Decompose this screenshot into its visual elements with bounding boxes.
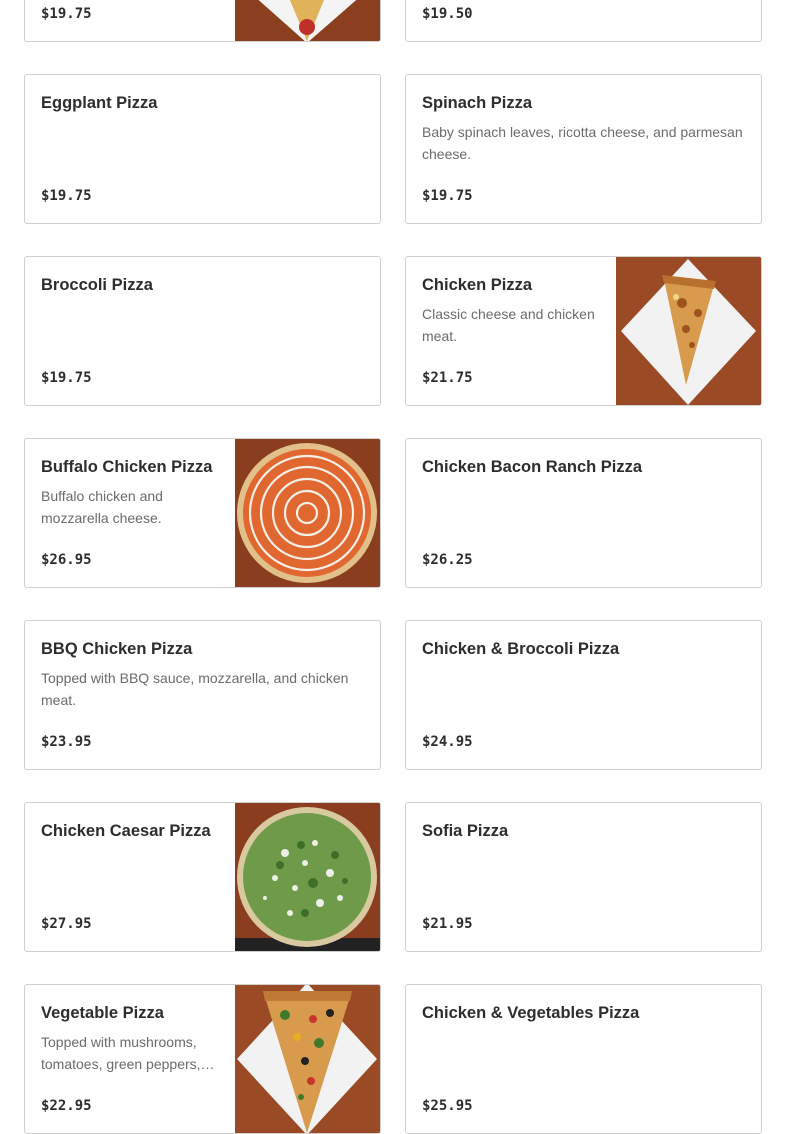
menu-item-name: Chicken Pizza — [422, 276, 533, 294]
menu-item-description: Baby spinach leaves, ricotta cheese, and… — [422, 124, 743, 162]
menu-item-description: Buffalo chicken and mozzarella cheese. — [41, 488, 163, 526]
menu-item-card[interactable]: Eggplant Pizza $19.75 — [24, 74, 381, 224]
menu-item-name: Chicken Bacon Ranch Pizza — [422, 458, 643, 476]
menu-item-name: Eggplant Pizza — [41, 94, 158, 112]
vegetable-slice-photo — [235, 985, 380, 1133]
caesar-pie-photo — [235, 803, 380, 951]
menu-item-card[interactable]: BBQ Chicken Pizza Topped with BBQ sauce,… — [24, 620, 381, 770]
menu-item-price: $19.50 — [422, 6, 473, 22]
menu-item-description: Topped with BBQ sauce, mozzarella, and c… — [41, 670, 349, 708]
menu-item-name: Sofia Pizza — [422, 822, 509, 840]
menu-item-price: $21.75 — [422, 370, 473, 386]
menu-item-price: $21.95 — [422, 916, 473, 932]
chicken-slice-photo — [616, 257, 761, 405]
menu-item-name: Broccoli Pizza — [41, 276, 153, 294]
menu-item-card[interactable]: Chicken & Broccoli Pizza $24.95 — [405, 620, 762, 770]
menu-item-card[interactable]: Chicken Bacon Ranch Pizza $26.25 — [405, 438, 762, 588]
menu-item-card[interactable]: Buffalo Chicken Pizza Buffalo chicken an… — [24, 438, 381, 588]
menu-item-grid: $19.75 $19.50 Eggplant Pizza $19.75 Spin… — [0, 0, 785, 1134]
menu-item-name: Chicken Caesar Pizza — [41, 822, 211, 840]
menu-item-name: Chicken & Broccoli Pizza — [422, 640, 620, 658]
menu-item-price: $26.25 — [422, 552, 473, 568]
menu-item-card[interactable]: Sofia Pizza $21.95 — [405, 802, 762, 952]
menu-item-description: Topped with mushrooms, tomatoes, green p… — [41, 1034, 201, 1072]
menu-item-name: Chicken & Vegetables Pizza — [422, 1004, 640, 1022]
menu-item-card[interactable]: Chicken Caesar Pizza $27.95 — [24, 802, 381, 952]
menu-item-description: Classic cheese and chicken meat. — [422, 306, 595, 344]
menu-item-price: $19.75 — [41, 6, 92, 22]
menu-item-price: $23.95 — [41, 734, 92, 750]
menu-item-card[interactable]: Spinach Pizza Baby spinach leaves, ricot… — [405, 74, 762, 224]
menu-item-card[interactable]: Chicken Pizza Classic cheese and chicken… — [405, 256, 762, 406]
menu-item-name: Buffalo Chicken Pizza — [41, 458, 213, 476]
menu-item-card[interactable]: $19.50 — [405, 0, 762, 42]
pepperoni-slice-photo — [235, 0, 380, 41]
menu-item-name: BBQ Chicken Pizza — [41, 640, 193, 658]
menu-item-name: Spinach Pizza — [422, 94, 533, 112]
menu-item-price: $27.95 — [41, 916, 92, 932]
menu-item-card[interactable]: $19.75 — [24, 0, 381, 42]
menu-item-name: Vegetable Pizza — [41, 1004, 164, 1022]
buffalo-pie-photo — [235, 439, 380, 587]
menu-item-price: $24.95 — [422, 734, 473, 750]
menu-item-price: $26.95 — [41, 552, 92, 568]
menu-item-price: $19.75 — [41, 370, 92, 386]
menu-item-card[interactable]: Broccoli Pizza $19.75 — [24, 256, 381, 406]
menu-item-price: $19.75 — [41, 188, 92, 204]
menu-item-price: $19.75 — [422, 188, 473, 204]
